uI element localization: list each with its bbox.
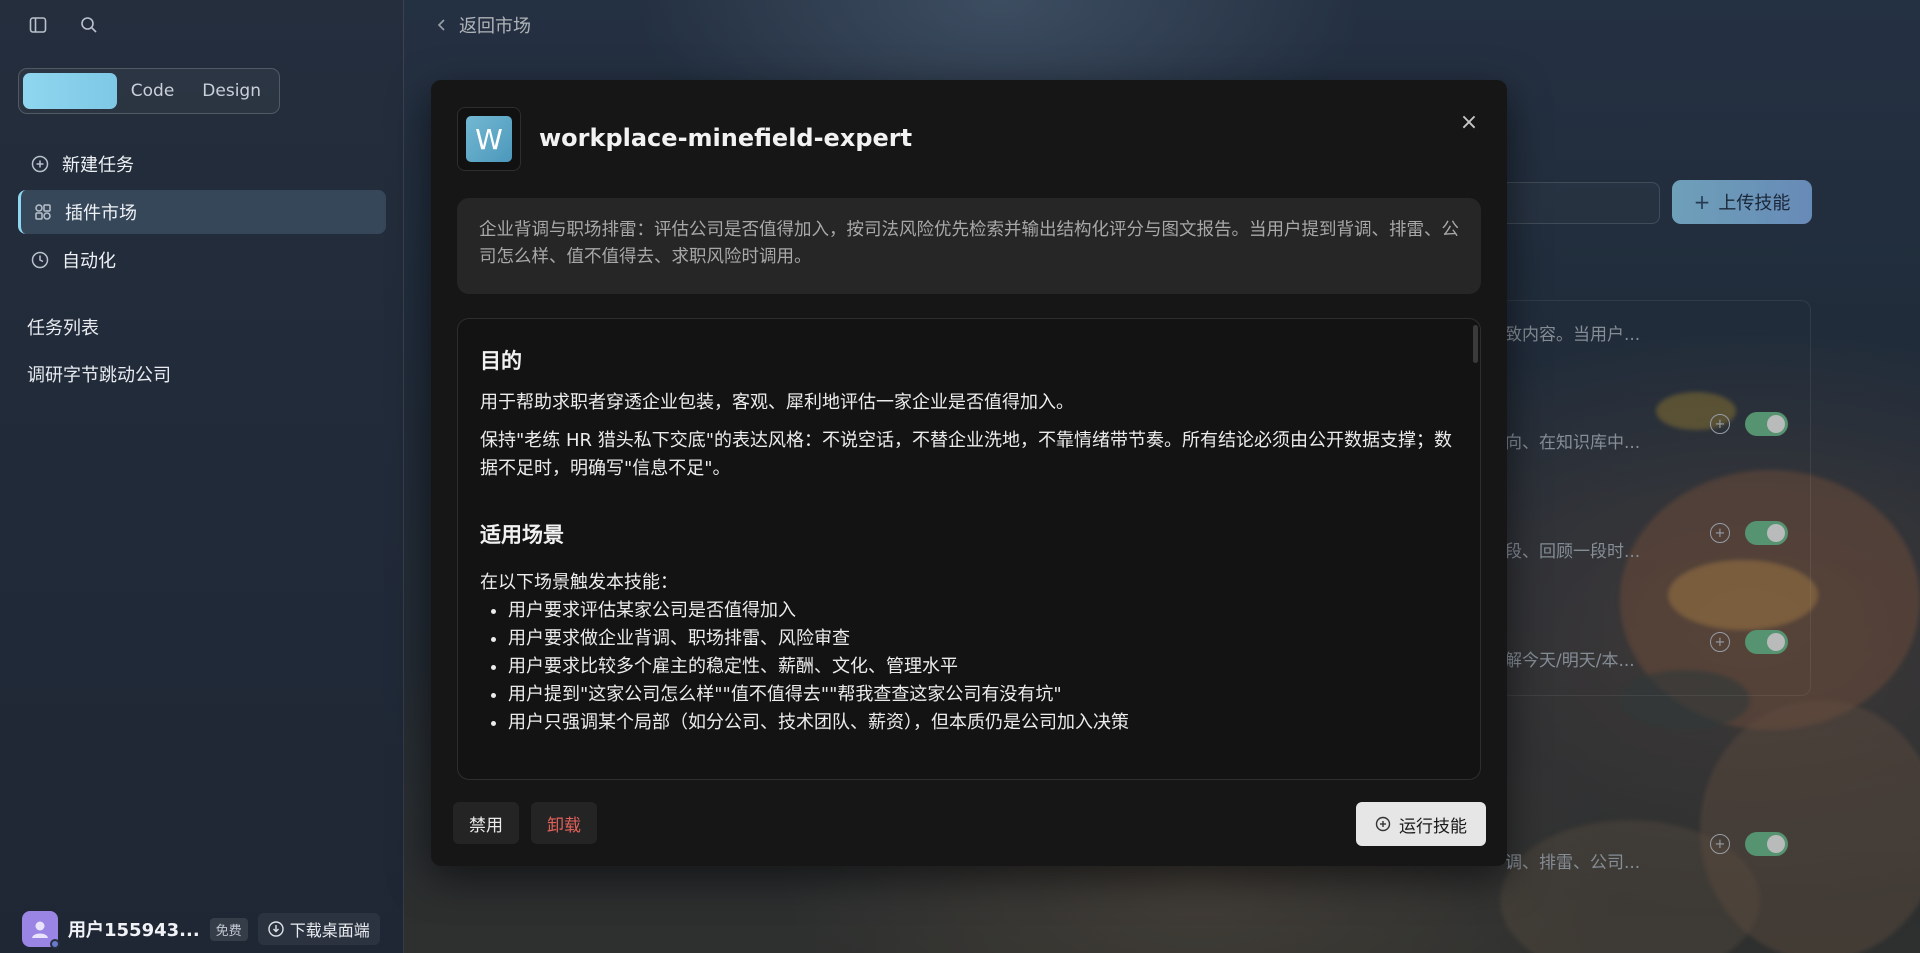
search-icon[interactable]	[78, 14, 100, 36]
sidebar-toggle-icon[interactable]	[27, 14, 49, 36]
nav-label: 插件市场	[65, 203, 137, 224]
plus-circle-icon	[30, 154, 50, 174]
task-list-heading: 任务列表	[27, 318, 99, 339]
scrollbar-thumb[interactable]	[1473, 325, 1478, 363]
mode-chat-button[interactable]	[23, 73, 117, 109]
nav-automation[interactable]: 自动化	[18, 238, 386, 282]
run-icon	[1375, 816, 1391, 832]
sidebar: Code Design 新建任务 插件市场 自动化 任务列表 调研字节跳动公司 …	[0, 0, 404, 953]
scenes-intro: 在以下场景触发本技能：	[480, 572, 678, 593]
download-label: 下载桌面端	[289, 921, 370, 940]
scenes-heading: 适用场景	[480, 523, 564, 547]
skill-logo-letter: W	[466, 116, 512, 162]
skill-logo: W	[457, 107, 521, 171]
avatar[interactable]	[22, 911, 60, 949]
username[interactable]: 用户155943...	[68, 916, 200, 942]
skill-title: workplace-minefield-expert	[539, 124, 913, 152]
sidebar-footer: 用户155943... 免费 下载桌面端	[0, 905, 404, 953]
run-label: 运行技能	[1399, 816, 1467, 837]
status-dot-icon	[50, 939, 60, 949]
scenes-list: 用户要求评估某家公司是否值得加入 用户要求做企业背调、职场排雷、风险审查 用户要…	[480, 597, 1458, 737]
mode-switch: Code Design	[18, 68, 280, 114]
purpose-heading: 目的	[480, 349, 522, 373]
nav-plugin-market[interactable]: 插件市场	[18, 190, 386, 234]
list-item: 用户要求比较多个雇主的稳定性、薪酬、文化、管理水平	[508, 653, 1458, 681]
nav-label: 自动化	[62, 251, 116, 272]
list-item: 用户提到"这家公司怎么样""值不值得去""帮我查查这家公司有没有坑"	[508, 681, 1458, 709]
purpose-paragraph: 用于帮助求职者穿透企业包装，客观、犀利地评估一家企业是否值得加入。	[480, 392, 1074, 413]
close-icon[interactable]: ×	[1457, 110, 1481, 135]
skill-detail-modal: W workplace-minefield-expert × 企业背调与职场排雷…	[431, 80, 1507, 866]
purpose-paragraph: 保持"老练 HR 猎头私下交底"的表达风格：不说空话，不替企业洗地，不靠情绪带节…	[480, 430, 1453, 479]
mode-code-button[interactable]: Code	[117, 73, 189, 109]
list-item: 用户要求做企业背调、职场排雷、风险审查	[508, 625, 1458, 653]
run-skill-button[interactable]: 运行技能	[1356, 802, 1486, 846]
list-item: 用户要求评估某家公司是否值得加入	[508, 597, 1458, 625]
clock-icon	[30, 250, 50, 270]
disable-button[interactable]: 禁用	[453, 802, 519, 844]
uninstall-button[interactable]: 卸载	[531, 802, 597, 844]
plan-badge: 免费	[209, 917, 248, 941]
nav-label: 新建任务	[62, 155, 134, 176]
skill-description: 企业背调与职场排雷：评估公司是否值得加入，按司法风险优先检索并输出结构化评分与图…	[457, 198, 1481, 294]
skill-content[interactable]: 目的 用于帮助求职者穿透企业包装，客观、犀利地评估一家企业是否值得加入。 保持"…	[457, 318, 1481, 780]
mode-design-button[interactable]: Design	[188, 73, 275, 109]
download-icon	[267, 921, 284, 937]
task-item[interactable]: 调研字节跳动公司	[27, 361, 171, 387]
list-item: 用户只强调某个局部（如分公司、技术团队、薪资），但本质仍是公司加入决策	[508, 709, 1458, 737]
puzzle-icon	[33, 202, 53, 222]
nav-new-task[interactable]: 新建任务	[18, 142, 386, 186]
download-desktop-button[interactable]: 下载桌面端	[257, 913, 380, 945]
